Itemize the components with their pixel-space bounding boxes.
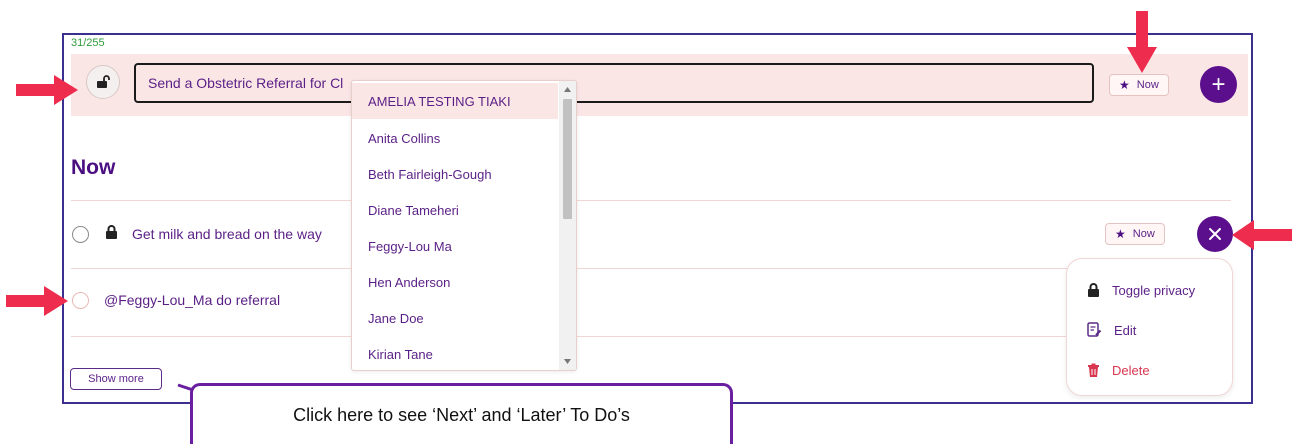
mention-option[interactable]: AMELIA TESTING TIAKI xyxy=(352,83,558,119)
todo-when-label: Now xyxy=(1132,228,1155,240)
todo-item-text[interactable]: @Feggy-Lou_Ma do referral xyxy=(104,292,280,308)
annotation-arrow-left xyxy=(1232,220,1292,250)
todo-when-now-button[interactable]: ★ Now xyxy=(1105,223,1165,245)
delete-label: Delete xyxy=(1112,362,1150,378)
mention-option[interactable]: Kirian Tane xyxy=(352,336,558,370)
edit-menu-item[interactable]: Edit xyxy=(1067,313,1232,347)
delete-menu-item[interactable]: Delete xyxy=(1067,353,1232,387)
mention-option[interactable]: Anita Collins xyxy=(352,120,558,156)
annotation-arrow-right xyxy=(16,75,78,105)
annotation-arrow-right xyxy=(6,286,68,316)
when-now-label: Now xyxy=(1136,79,1159,91)
mention-option[interactable]: Diane Tameheri xyxy=(352,192,558,228)
todo-complete-radio[interactable] xyxy=(72,292,89,309)
scroll-up-icon[interactable] xyxy=(564,87,571,92)
mention-option[interactable]: Feggy-Lou Ma xyxy=(352,228,558,264)
character-counter: 31/255 xyxy=(71,37,105,49)
todo-actions-menu: Toggle privacy Edit Delete xyxy=(1066,258,1233,396)
divider xyxy=(71,200,1231,201)
mention-option[interactable]: Hen Anderson xyxy=(352,264,558,300)
close-icon xyxy=(1209,228,1221,240)
todo-complete-radio[interactable] xyxy=(72,226,89,243)
mention-option[interactable]: Beth Fairleigh-Gough xyxy=(352,156,558,192)
divider xyxy=(71,268,1231,269)
when-now-button[interactable]: ★ Now xyxy=(1109,74,1169,96)
privacy-toggle-button[interactable] xyxy=(86,65,120,99)
toggle-privacy-label: Toggle privacy xyxy=(1112,282,1196,298)
edit-label: Edit xyxy=(1114,322,1137,338)
scrollbar-thumb[interactable] xyxy=(563,99,572,219)
section-title-now: Now xyxy=(71,156,116,179)
unlock-icon xyxy=(97,75,110,88)
mention-option[interactable]: Jane Doe xyxy=(352,300,558,336)
todo-text-input[interactable]: Send a Obstetric Referral for Cl xyxy=(134,63,1094,103)
edit-icon xyxy=(1087,322,1102,337)
mention-dropdown[interactable]: AMELIA TESTING TIAKI Anita Collins Beth … xyxy=(351,80,577,371)
annotation-callout: Click here to see ‘Next’ and ‘Later’ To … xyxy=(190,383,733,444)
plus-icon: + xyxy=(1211,70,1226,98)
star-icon: ★ xyxy=(1119,78,1130,92)
trash-icon xyxy=(1088,363,1099,377)
add-todo-button[interactable]: + xyxy=(1200,66,1237,103)
scroll-down-icon[interactable] xyxy=(564,359,571,364)
todo-item-text[interactable]: Get milk and bread on the way xyxy=(132,226,322,242)
close-actions-button[interactable] xyxy=(1197,216,1233,252)
dropdown-scrollbar[interactable] xyxy=(559,81,576,370)
star-icon: ★ xyxy=(1115,227,1126,241)
lock-icon xyxy=(106,225,117,239)
annotation-arrow-down xyxy=(1127,11,1157,73)
toggle-privacy-menu-item[interactable]: Toggle privacy xyxy=(1067,273,1232,307)
show-more-button[interactable]: Show more xyxy=(70,368,162,390)
lock-icon xyxy=(1088,282,1099,297)
divider xyxy=(71,336,1231,337)
